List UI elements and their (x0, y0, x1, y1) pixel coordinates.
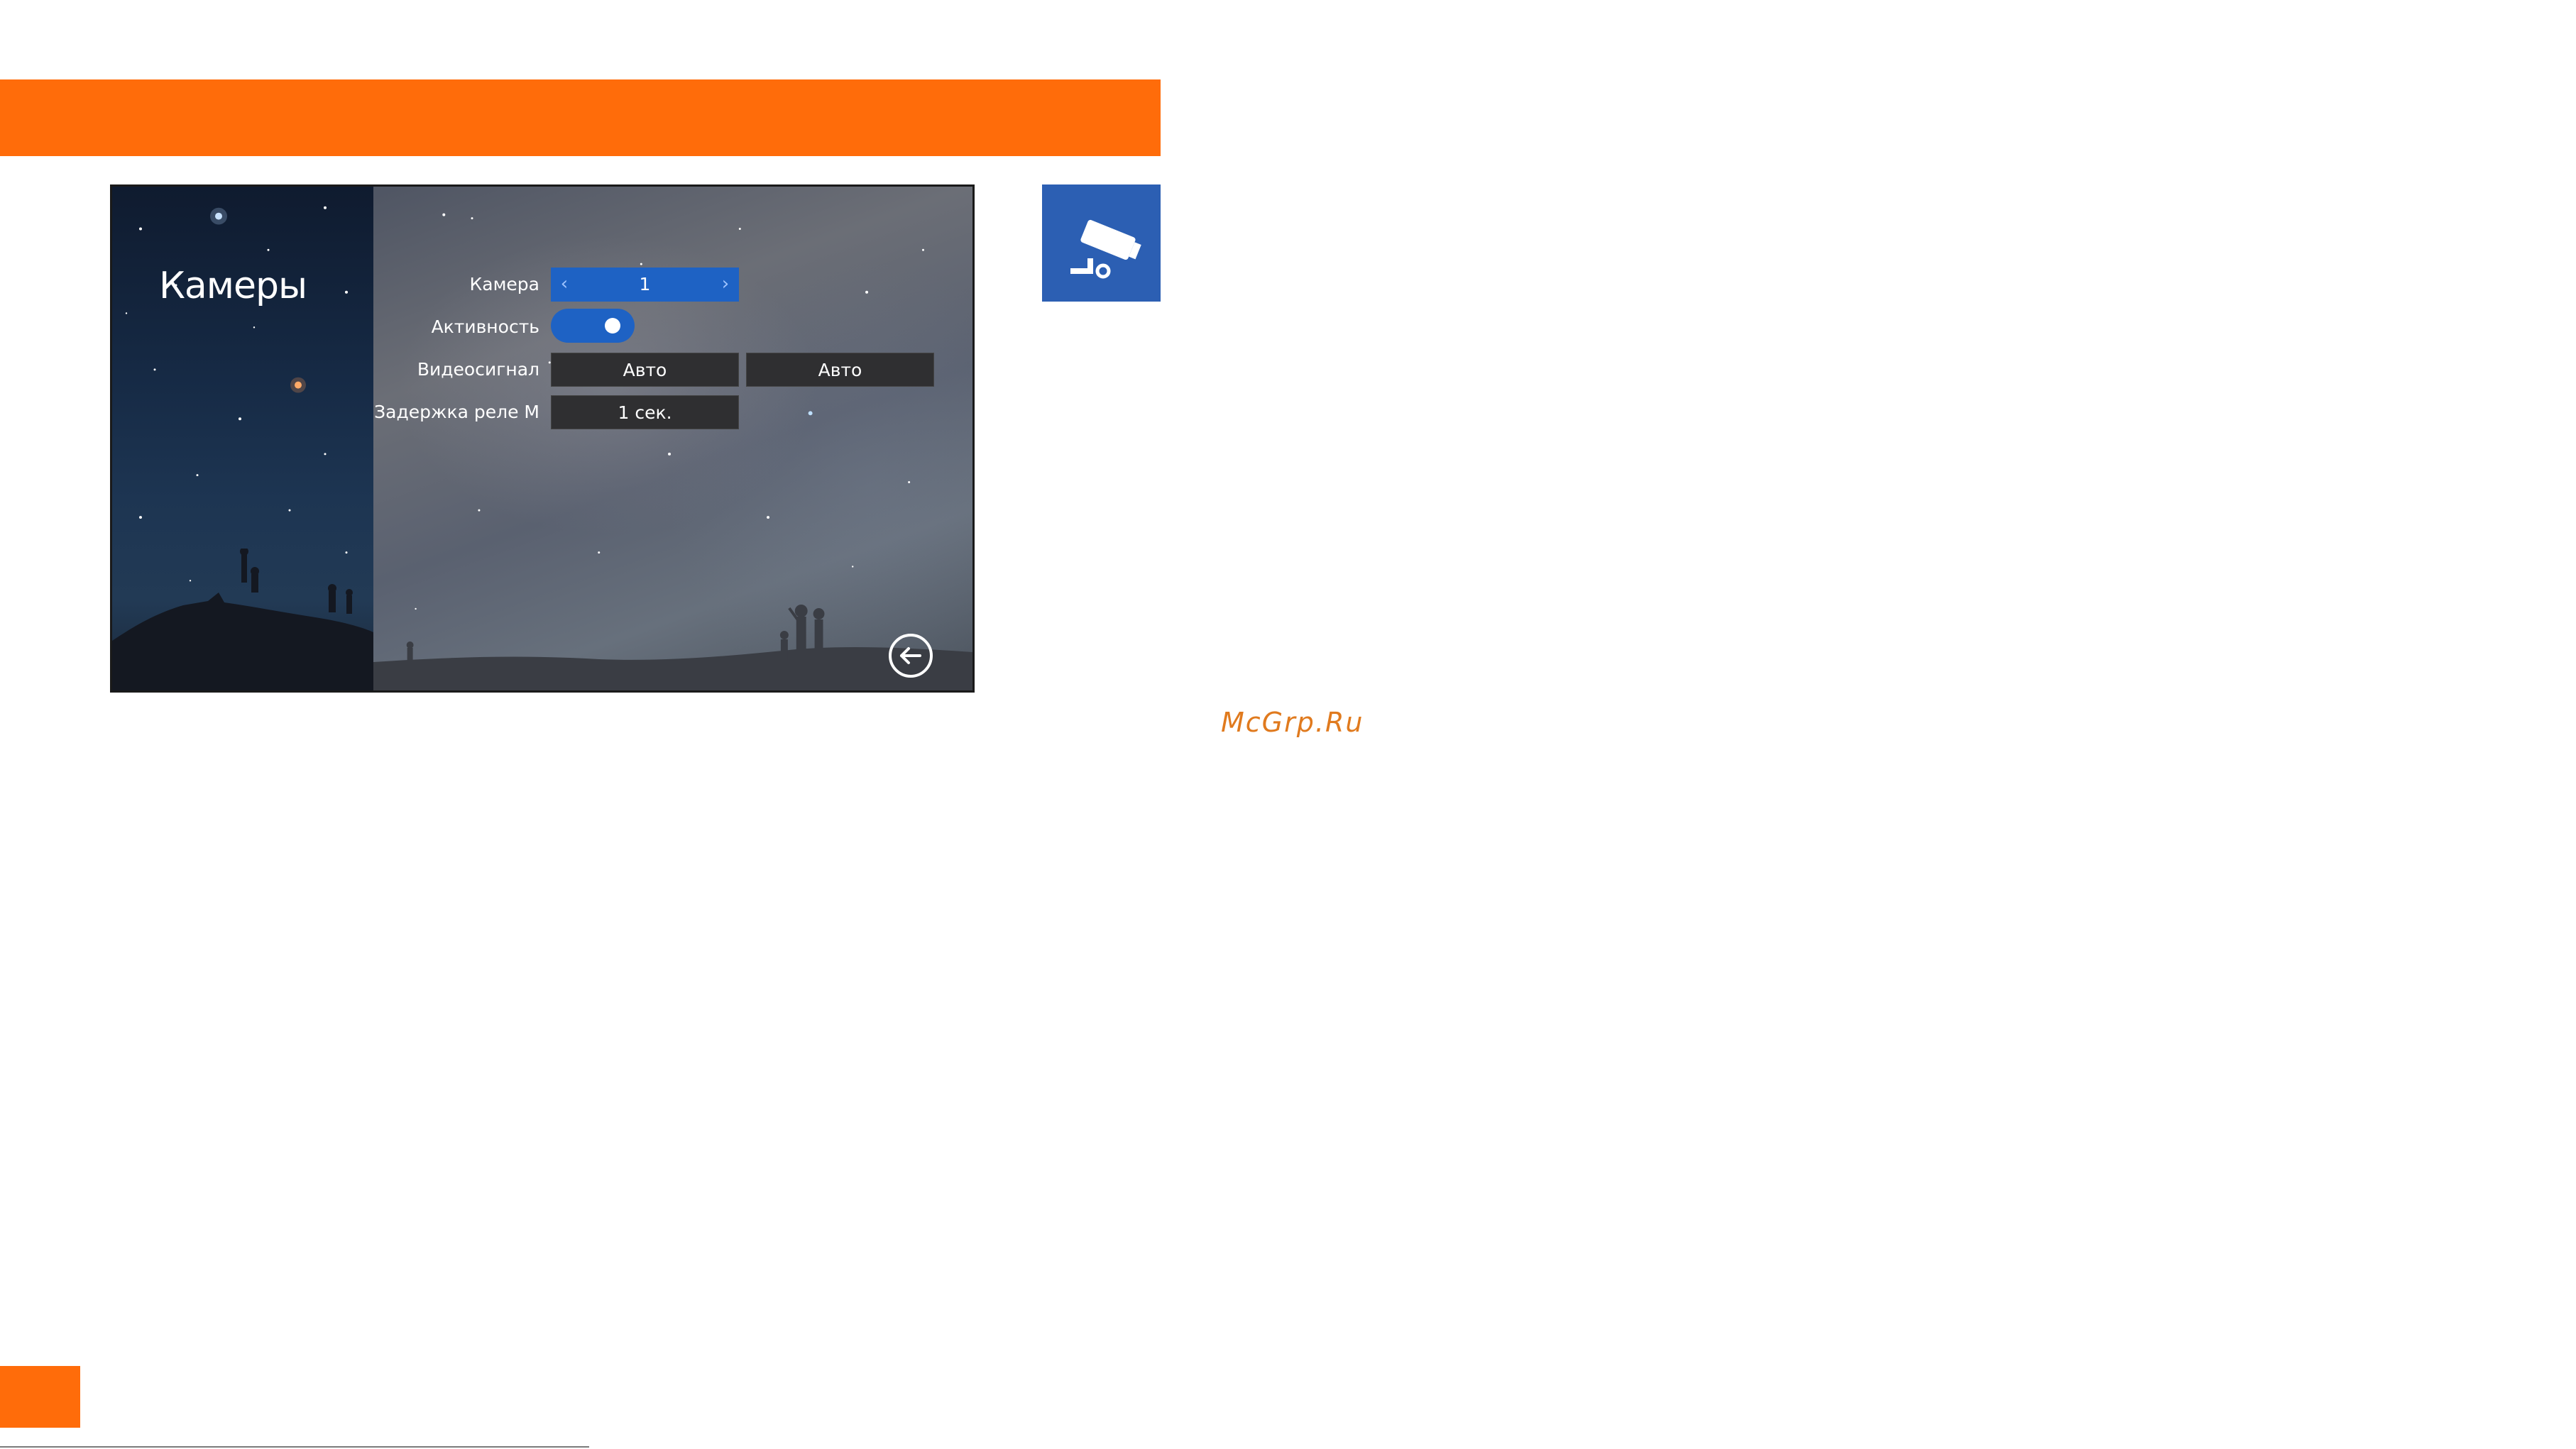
relay-delay-label: Задержка реле M (374, 402, 539, 422)
footer-line (0, 1446, 589, 1448)
screen-title: Камеры (159, 265, 307, 307)
header-accent-bar (0, 79, 1161, 156)
page-corner-accent (0, 1366, 80, 1428)
security-camera-icon (1070, 219, 1141, 279)
hill-silhouette-left (112, 549, 373, 690)
camera-selector[interactable]: ‹ 1 › (551, 268, 739, 302)
video-signal-label: Видеосигнал (417, 359, 539, 380)
back-button[interactable] (889, 634, 933, 678)
screen-left-panel: Камеры (112, 187, 373, 690)
chevron-right-icon[interactable]: › (715, 268, 736, 302)
back-arrow-icon (900, 647, 921, 664)
screen-settings-panel (373, 187, 972, 690)
toggle-knob (605, 318, 620, 334)
chevron-left-icon[interactable]: ‹ (554, 268, 575, 302)
activity-label: Активность (431, 316, 539, 337)
camera-label: Камера (469, 274, 540, 294)
activity-toggle[interactable] (551, 309, 635, 343)
device-screen: Камеры Камера ‹ 1 › Активность Видеосигн… (110, 184, 975, 693)
video-signal-select-1[interactable]: Авто (551, 353, 739, 387)
ground-silhouette-right (373, 605, 972, 690)
relay-delay-select[interactable]: 1 сек. (551, 395, 739, 429)
watermark: McGrp.Ru (1221, 707, 1364, 738)
video-signal-select-2[interactable]: Авто (746, 353, 934, 387)
camera-section-tile (1042, 184, 1161, 302)
camera-value: 1 (639, 274, 651, 294)
